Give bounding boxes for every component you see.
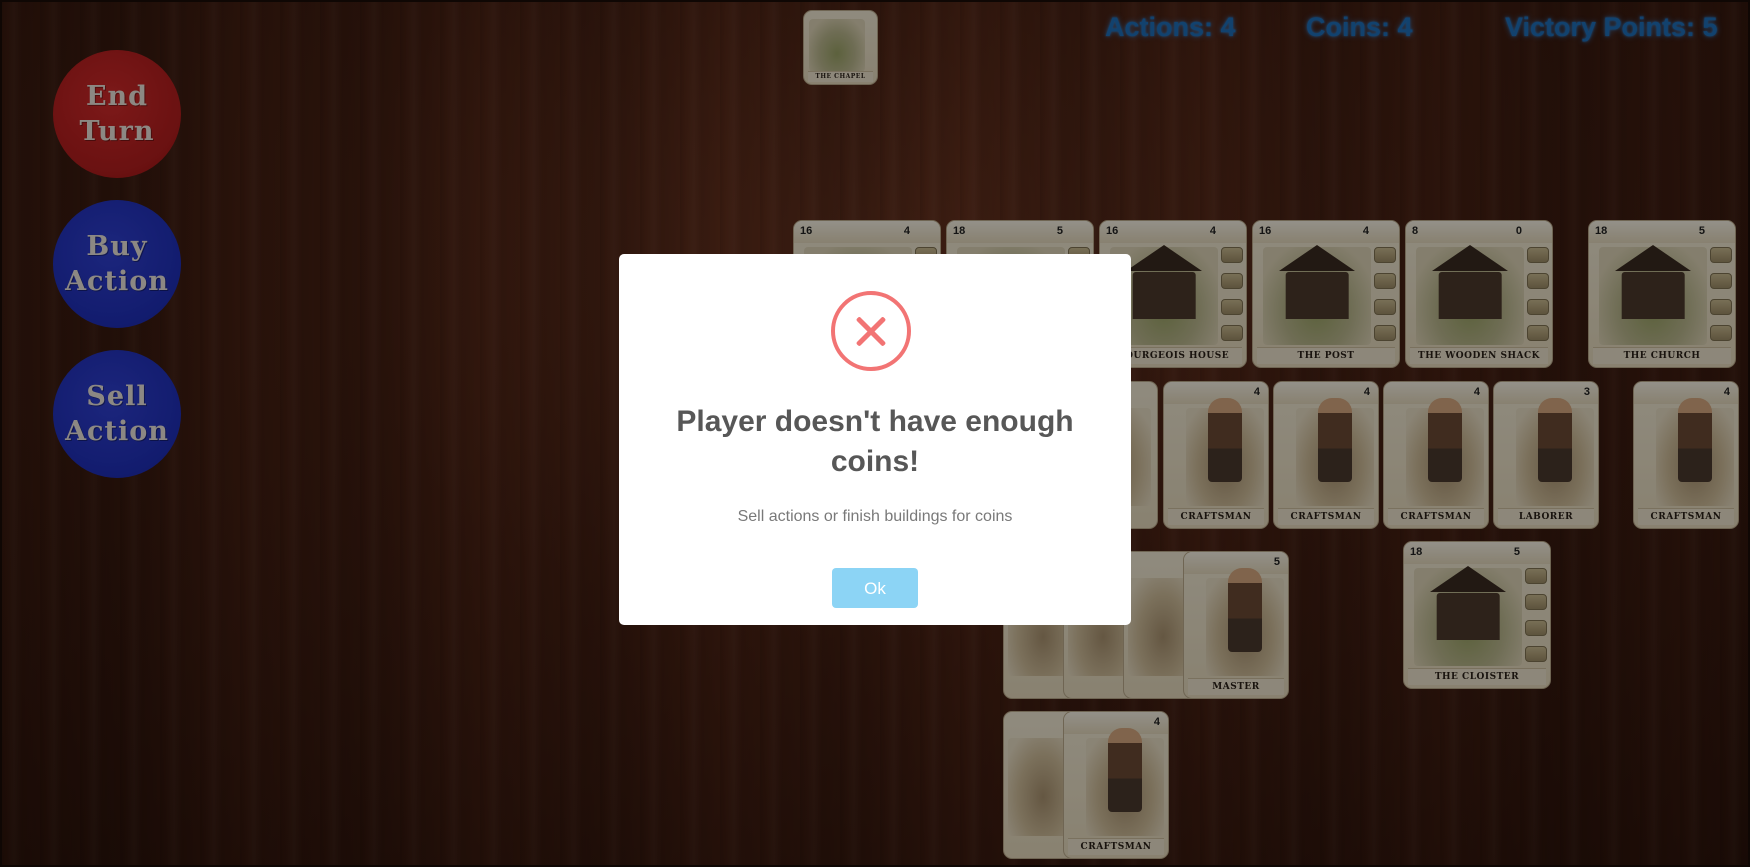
ok-button[interactable]: Ok xyxy=(832,568,918,608)
error-x-icon xyxy=(831,291,911,371)
dialog-title: Player doesn't have enough coins! xyxy=(676,405,1074,478)
dialog-message: Sell actions or finish buildings for coi… xyxy=(737,508,1013,525)
alert-dialog: Player doesn't have enough coins! Sell a… xyxy=(619,254,1131,625)
